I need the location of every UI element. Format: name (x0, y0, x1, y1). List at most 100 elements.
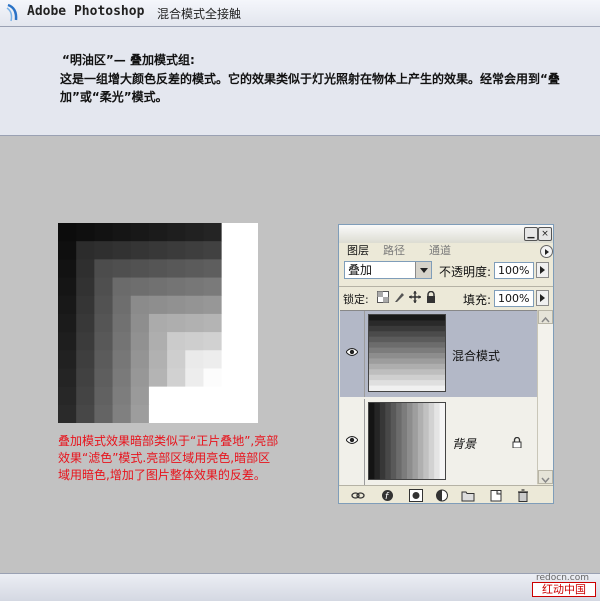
grid-cell (130, 350, 150, 369)
close-icon[interactable]: × (538, 227, 552, 241)
grid-cell (221, 277, 241, 297)
grid-cell (203, 313, 223, 333)
grid-cell (94, 350, 114, 369)
new-layer-icon[interactable] (489, 489, 503, 502)
opacity-input[interactable]: 100% (494, 262, 534, 279)
thumb-band (434, 403, 441, 479)
grid-cell (130, 332, 150, 351)
trash-icon[interactable] (516, 489, 530, 502)
grid-cell (148, 259, 168, 279)
grid-cell (239, 223, 258, 242)
grid-cell (112, 241, 132, 260)
grid-cell (130, 259, 150, 279)
thumb-band (369, 363, 445, 370)
grid-cell (130, 295, 150, 315)
layers-scrollbar[interactable] (537, 310, 553, 484)
layer-name: 混合模式 (452, 349, 501, 363)
grid-cell (94, 332, 114, 351)
grid-cell (185, 332, 204, 351)
tab-layers[interactable]: 图层 (343, 243, 381, 258)
eye-icon[interactable] (346, 347, 358, 357)
scroll-up-button[interactable] (538, 310, 553, 324)
grid-cell (58, 313, 77, 333)
grid-cell (94, 313, 114, 333)
thumb-band (417, 403, 424, 479)
grid-cell (94, 259, 114, 279)
tab-paths[interactable]: 路径 (383, 243, 423, 258)
layers-list: 混合模式 背景 (340, 310, 537, 485)
grid-cell (239, 332, 258, 351)
lock-paint-icon[interactable] (393, 291, 405, 303)
lock-all-icon[interactable] (425, 291, 437, 303)
grid-cell (148, 350, 168, 369)
panel-tabs: 图层 路径 通道 (339, 243, 553, 259)
grid-cell (76, 241, 95, 260)
grid-cell (185, 295, 204, 315)
fill-arrow-button[interactable] (536, 290, 549, 306)
grid-cell (239, 241, 258, 260)
watermark-site: 红动中国 (532, 582, 596, 597)
thumb-band (396, 403, 403, 479)
grid-cell (112, 386, 132, 406)
grid-cell (148, 404, 168, 423)
opacity-arrow-button[interactable] (536, 262, 549, 278)
grid-cell (130, 241, 150, 260)
adjustment-layer-icon[interactable] (435, 489, 449, 502)
grid-cell (221, 295, 241, 315)
layer-style-icon[interactable]: f (381, 489, 395, 502)
grid-cell (112, 223, 132, 242)
grid-cell (167, 350, 186, 369)
link-icon[interactable] (351, 489, 365, 502)
scroll-down-button[interactable] (538, 470, 553, 484)
logo-icon (6, 3, 18, 22)
thumb-band (379, 403, 386, 479)
blend-mode-select[interactable]: 叠加 (344, 261, 432, 279)
layer-mask-icon[interactable] (409, 489, 423, 502)
grid-cell (203, 223, 223, 242)
grid-cell (203, 241, 223, 260)
thumb-band (369, 315, 445, 321)
chevron-down-icon (415, 262, 431, 278)
lock-transparency-icon[interactable] (377, 291, 389, 303)
new-group-icon[interactable] (461, 489, 475, 502)
grid-cell (94, 295, 114, 315)
thumb-band (369, 403, 375, 479)
grid-cell (221, 368, 241, 388)
grid-cell (76, 350, 95, 369)
eye-icon[interactable] (346, 435, 358, 445)
grid-cell (58, 386, 77, 406)
grid-cell (148, 368, 168, 388)
grid-cell (148, 277, 168, 297)
thumb-band (428, 403, 435, 479)
grid-cell (203, 404, 223, 423)
grid-cell (76, 295, 95, 315)
grid-cell (58, 404, 77, 423)
grid-cell (58, 295, 77, 315)
layer-row-background[interactable]: 背景 (340, 399, 537, 485)
lock-move-icon[interactable] (409, 291, 421, 303)
thumb-band (407, 403, 413, 479)
grid-cell (221, 223, 241, 242)
minimize-icon[interactable]: ▁ (524, 227, 538, 241)
grid-cell (130, 404, 150, 423)
fill-input[interactable]: 100% (494, 290, 534, 307)
blend-row: 叠加 不透明度: 100% (339, 260, 553, 282)
grid-cell (130, 277, 150, 297)
grid-cell (203, 350, 223, 369)
layer-row-blend[interactable]: 混合模式 (340, 311, 537, 397)
grid-cell (112, 350, 132, 369)
grid-cell (167, 223, 186, 242)
grid-cell (221, 313, 241, 333)
layer-divider (364, 399, 365, 485)
grid-cell (112, 313, 132, 333)
overlay-gradient-grid (58, 223, 258, 423)
thumb-band (369, 374, 445, 381)
grid-cell (94, 386, 114, 406)
panel-menu-icon[interactable] (540, 245, 553, 258)
grid-cell (239, 404, 258, 423)
grid-cell (239, 295, 258, 315)
grid-cell (76, 277, 95, 297)
grid-cell (112, 404, 132, 423)
tab-channels[interactable]: 通道 (429, 243, 469, 258)
grid-cell (112, 277, 132, 297)
